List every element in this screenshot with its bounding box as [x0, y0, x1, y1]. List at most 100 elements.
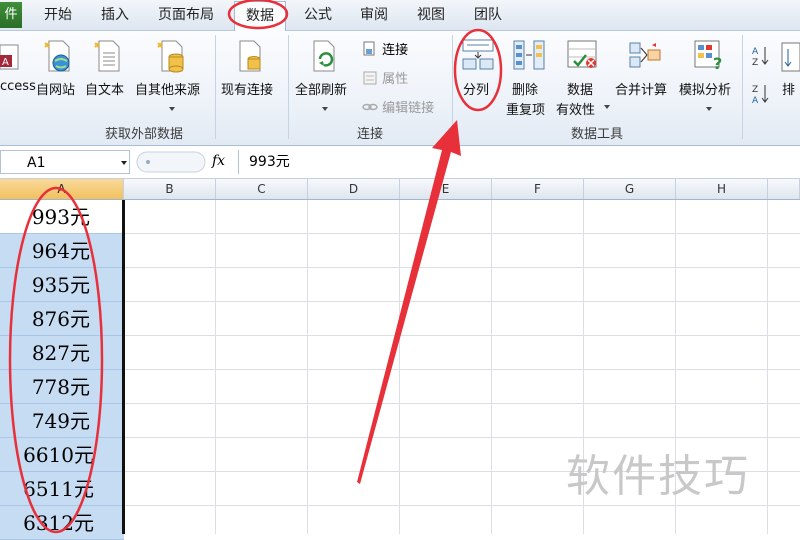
refresh-all-label: 全部刷新	[295, 83, 348, 98]
svg-text:Z: Z	[752, 85, 758, 95]
connections-label: 连接	[382, 43, 409, 58]
chevron-down-icon	[169, 107, 175, 111]
ribbon: A ccess 自网站 自文本 自其他来源 现有连接 获取外部数据 全部刷新 连…	[0, 31, 800, 146]
existing-connection-icon	[239, 40, 261, 72]
svg-text:A: A	[752, 47, 759, 57]
cell-a9[interactable]: 6511元	[0, 472, 124, 506]
properties-button[interactable]: 属性	[362, 68, 408, 87]
what-if-analysis-label: 模拟分析	[679, 83, 732, 98]
gridline	[399, 200, 400, 534]
gridline	[124, 301, 800, 302]
tab-view[interactable]: 视图	[409, 0, 453, 30]
gridline	[124, 335, 800, 336]
cell-a7[interactable]: 749元	[0, 404, 124, 438]
cell-a6[interactable]: 778元	[0, 370, 124, 404]
name-box-value: A1	[27, 155, 46, 171]
access-icon: A	[0, 44, 19, 70]
sort-ascending-icon: A Z	[752, 47, 769, 67]
cell-a2[interactable]: 964元	[0, 234, 124, 268]
gridline	[124, 369, 800, 370]
column-header-d[interactable]: D	[308, 179, 400, 199]
remove-duplicates-label-1: 删除	[512, 83, 539, 98]
column-header-g[interactable]: G	[584, 179, 676, 199]
tab-team[interactable]: 团队	[466, 0, 510, 30]
column-header-e[interactable]: E	[400, 179, 492, 199]
tab-home[interactable]: 开始	[36, 0, 80, 30]
insert-function-icon[interactable]: fx	[212, 153, 225, 169]
formula-bar-resize-handle[interactable]	[136, 151, 206, 173]
tab-review[interactable]: 审阅	[352, 0, 396, 30]
tab-insert[interactable]: 插入	[93, 0, 137, 30]
gridline	[215, 200, 216, 534]
tab-page-layout[interactable]: 页面布局	[150, 0, 222, 30]
formula-bar: A1 fx 993元	[0, 146, 800, 179]
sort-icon	[781, 42, 800, 72]
properties-label: 属性	[382, 72, 409, 87]
from-access-label: ccess	[0, 79, 36, 94]
gridline	[491, 200, 492, 534]
ribbon-tab-bar: 件 开始 插入 页面布局 数据 公式 审阅 视图 团队	[0, 0, 800, 32]
sort-label: 排	[782, 83, 796, 98]
svg-text:A: A	[752, 96, 759, 105]
edit-links-button[interactable]: 编辑链接	[362, 97, 434, 116]
group-divider	[742, 35, 743, 139]
consolidate-label: 合并计算	[615, 83, 668, 98]
consolidate-icon	[629, 42, 661, 68]
name-box[interactable]: A1	[0, 150, 130, 174]
formula-input[interactable]: 993元	[238, 150, 800, 174]
column-header-partial[interactable]	[768, 179, 800, 199]
link-icon	[362, 103, 378, 111]
svg-text:A: A	[2, 57, 9, 68]
gridline	[767, 200, 768, 534]
existing-connections-label: 现有连接	[221, 83, 274, 98]
text-file-icon	[94, 40, 120, 72]
cell-a3[interactable]: 935元	[0, 268, 124, 302]
tab-formulas[interactable]: 公式	[296, 0, 340, 30]
web-icon	[44, 40, 70, 72]
svg-text:Z: Z	[752, 58, 758, 67]
selection-border	[122, 200, 125, 534]
chevron-down-icon[interactable]	[121, 161, 127, 165]
sort-descending-icon: Z A	[752, 85, 769, 105]
data-validation-icon	[567, 40, 597, 68]
chevron-down-icon	[706, 107, 712, 111]
column-header-f[interactable]: F	[492, 179, 584, 199]
column-header-b[interactable]: B	[124, 179, 216, 199]
text-to-columns-label: 分列	[463, 83, 490, 98]
what-if-analysis-icon: ?	[694, 40, 722, 71]
text-to-columns-icon	[462, 39, 494, 70]
edit-links-label: 编辑链接	[382, 101, 435, 116]
column-header-a[interactable]: A	[0, 179, 124, 199]
data-validation-label-1: 数据	[567, 83, 594, 98]
gridline	[307, 200, 308, 534]
file-tab[interactable]: 件	[0, 2, 22, 28]
cell-a4[interactable]: 876元	[0, 302, 124, 336]
column-header-c[interactable]: C	[216, 179, 308, 199]
gridline	[124, 505, 800, 506]
connections-button[interactable]: 连接	[362, 39, 408, 58]
gridline	[124, 233, 800, 234]
svg-text:?: ?	[713, 54, 722, 71]
gridline	[124, 437, 800, 438]
gridline	[124, 403, 800, 404]
tab-data[interactable]: 数据	[234, 1, 286, 32]
cell-a5[interactable]: 827元	[0, 336, 124, 370]
group-label-data-tools: 数据工具	[570, 127, 623, 142]
cell-a1[interactable]: 993元	[0, 200, 124, 234]
connections-icon	[363, 41, 375, 56]
cell-a10[interactable]: 6312元	[0, 506, 124, 540]
from-web-label: 自网站	[36, 83, 76, 98]
remove-duplicates-icon	[513, 40, 545, 70]
column-header-h[interactable]: H	[676, 179, 768, 199]
refresh-icon	[313, 40, 335, 72]
column-headers: A B C D E F G H	[0, 179, 800, 200]
properties-icon	[363, 71, 377, 85]
remove-duplicates-label-2: 重复项	[506, 103, 546, 118]
cell-a8[interactable]: 6610元	[0, 438, 124, 472]
chevron-down-icon	[604, 105, 610, 109]
chevron-down-icon	[322, 107, 328, 111]
watermark-text: 软件技巧	[566, 451, 750, 502]
from-other-sources-label: 自其他来源	[135, 83, 201, 98]
gridline	[124, 267, 800, 268]
database-icon	[157, 40, 184, 73]
